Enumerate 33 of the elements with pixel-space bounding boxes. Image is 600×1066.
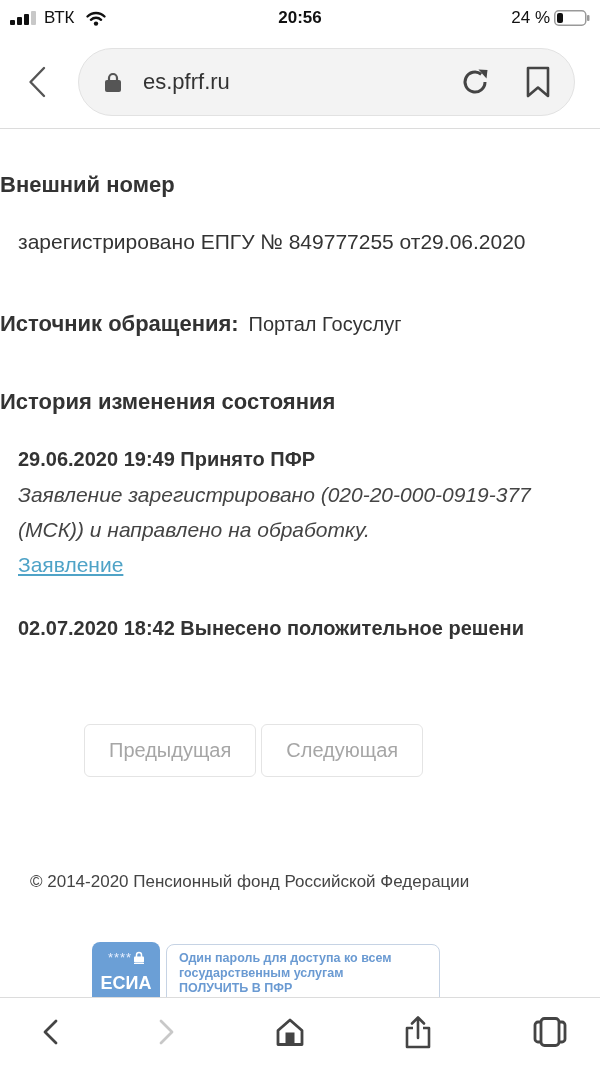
history-entry-description: (МСК)) и направлено на обработку.	[18, 517, 370, 543]
copyright-text: © 2014-2020 Пенсионный фонд Российской Федерации	[30, 871, 470, 893]
status-time: 20:56	[278, 7, 322, 28]
battery-icon	[554, 9, 590, 26]
esia-badge[interactable]: **** ЕСИА	[92, 942, 160, 997]
back-icon[interactable]	[28, 65, 46, 98]
tabs-icon[interactable]	[533, 1017, 567, 1047]
carrier-name: ВТК	[44, 7, 75, 28]
bookmark-icon[interactable]	[526, 65, 550, 98]
history-entry-title: 29.06.2020 19:49 Принято ПФР	[18, 447, 316, 472]
lock-icon	[134, 951, 145, 964]
back-icon[interactable]	[42, 1019, 58, 1045]
promo-text: государственным услугам	[179, 966, 344, 981]
field-value: зарегистрировано ЕПГУ № 849777255 от29.06.2020	[18, 229, 526, 255]
promo-box[interactable]: Один пароль для доступа ко всем государственным услугам ПОЛУЧИТЬ В ПФР	[166, 944, 440, 997]
esia-title: ЕСИА	[100, 973, 152, 994]
lock-icon	[105, 71, 121, 92]
field-label: Источник обращения:	[0, 310, 239, 338]
history-entry-title: 02.07.2020 18:42 Вынесено положительное решени	[18, 616, 524, 641]
document-link[interactable]: Заявление	[18, 553, 124, 576]
history-entry-description: Заявление зарегистрировано (020-20-000-0919-377	[18, 482, 531, 508]
signal-icon	[10, 10, 38, 25]
address-bar[interactable]: es.pfrf.ru	[78, 47, 575, 116]
wifi-icon	[84, 9, 107, 26]
section-heading: История изменения состояния	[0, 388, 336, 416]
password-mask: ****	[107, 950, 133, 965]
promo-text: Один пароль для доступа ко всем	[179, 951, 392, 966]
section-heading: Внешний номер	[0, 171, 175, 199]
home-icon[interactable]	[275, 1018, 304, 1046]
promo-action-text: ПОЛУЧИТЬ В ПФР	[179, 981, 293, 996]
field-value: Портал Госуслуг	[248, 312, 402, 337]
battery-percent: 24 %	[511, 7, 550, 28]
share-icon[interactable]	[404, 1015, 433, 1049]
